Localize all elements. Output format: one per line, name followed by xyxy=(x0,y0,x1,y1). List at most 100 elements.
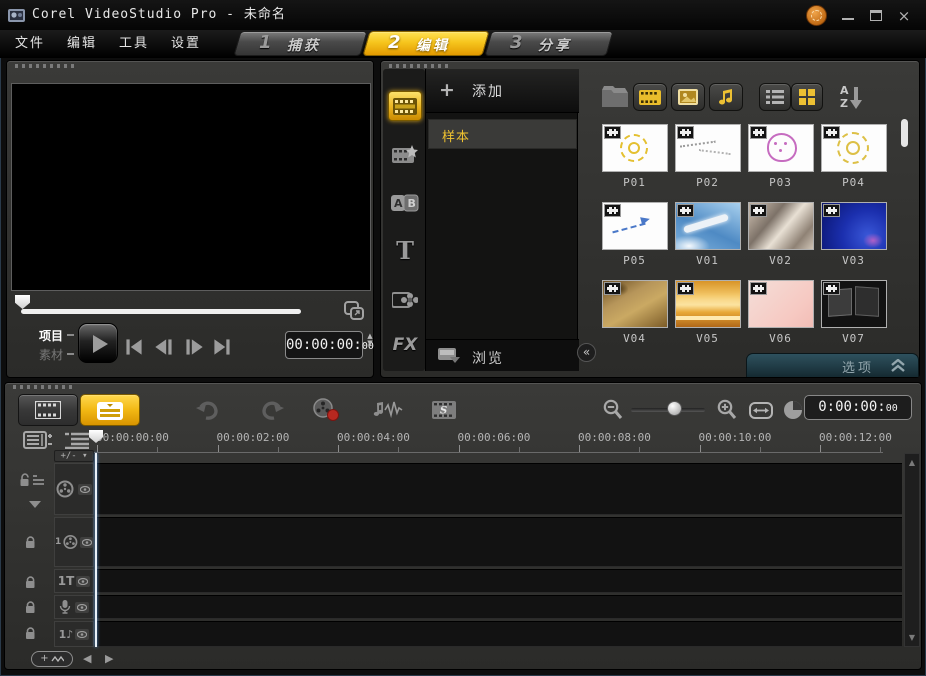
voice-track-header[interactable] xyxy=(54,595,94,619)
clip-mode-label[interactable]: 素材 xyxy=(39,346,63,363)
folder-icon[interactable] xyxy=(601,85,629,108)
film-badge-icon xyxy=(604,126,621,139)
corel-badge-icon[interactable] xyxy=(806,5,827,26)
redo-icon[interactable] xyxy=(259,398,287,422)
options-button[interactable]: 选项 xyxy=(746,353,919,377)
overlay-track-lock-icon[interactable] xyxy=(25,535,36,549)
ripple-edit-button[interactable]: + xyxy=(31,651,73,667)
gallery-item-P01[interactable]: P01 xyxy=(598,123,671,201)
zoom-in-icon[interactable] xyxy=(713,398,741,422)
add-button[interactable]: + 添加 xyxy=(426,69,579,113)
timeline-view-icon[interactable] xyxy=(80,394,140,426)
auto-music-icon[interactable]: S xyxy=(429,398,461,422)
gallery-scrollbar[interactable] xyxy=(901,119,908,147)
timecode-spinner[interactable]: ▲▼ xyxy=(365,333,375,347)
title-track-header[interactable]: 1T xyxy=(54,569,94,593)
filter-fx-icon[interactable]: FX xyxy=(390,332,420,358)
menu-item[interactable]: 文件 xyxy=(15,30,45,57)
play-button[interactable] xyxy=(78,323,118,363)
next-frame-icon[interactable] xyxy=(181,337,207,357)
audio-filter-icon[interactable] xyxy=(709,83,743,111)
step-tab-1[interactable]: 1捕获 xyxy=(237,31,364,56)
music-track-header[interactable]: 1♪ xyxy=(54,621,94,647)
title-icon[interactable]: T xyxy=(390,237,420,263)
voice-track-lock-icon[interactable] xyxy=(25,600,36,614)
instant-project-icon[interactable] xyxy=(390,142,420,168)
menu-item[interactable]: 编辑 xyxy=(67,30,97,57)
undo-icon[interactable] xyxy=(193,398,221,422)
track-visibility-icon[interactable] xyxy=(76,576,90,587)
browse-button[interactable]: 浏览 xyxy=(426,339,579,371)
photo-filter-icon[interactable] xyxy=(671,83,705,111)
timeline-ruler[interactable]: 00:00:00:0000:00:02:0000:00:04:0000:00:0… xyxy=(93,429,883,453)
minimize-icon[interactable] xyxy=(836,8,860,24)
scroll-up-icon[interactable]: ▲ xyxy=(905,458,919,467)
gallery-item-V06[interactable]: V06 xyxy=(744,279,817,357)
project-mode-label[interactable]: 项目 xyxy=(39,327,63,344)
zoom-out-icon[interactable] xyxy=(599,398,627,422)
end-icon[interactable] xyxy=(209,337,235,357)
enlarge-preview-icon[interactable] xyxy=(343,301,365,321)
track-visibility-icon[interactable] xyxy=(75,602,89,613)
video-filter-icon[interactable] xyxy=(633,83,667,111)
scroll-left-icon[interactable]: ◀ xyxy=(83,652,91,665)
gallery-item-V07[interactable]: V07 xyxy=(817,279,890,357)
maximize-icon[interactable] xyxy=(864,8,888,24)
music-track-lock-icon[interactable] xyxy=(25,626,36,640)
title-track-lane[interactable] xyxy=(96,569,902,593)
record-capture-icon[interactable] xyxy=(309,398,343,422)
gallery-item-P04[interactable]: P04 xyxy=(817,123,890,201)
video-track-header[interactable] xyxy=(54,463,94,515)
gallery-item-V05[interactable]: V05 xyxy=(671,279,744,357)
film-badge-icon xyxy=(604,204,621,217)
gallery-item-V04[interactable]: V04 xyxy=(598,279,671,357)
track-visibility-icon[interactable] xyxy=(80,537,93,548)
scrub-bar[interactable] xyxy=(21,309,301,314)
voice-track-lane[interactable] xyxy=(96,595,902,619)
overlay-track-lane[interactable] xyxy=(96,517,902,567)
menu-item[interactable]: 设置 xyxy=(171,30,201,57)
category-item-sample[interactable]: 样本 xyxy=(428,119,577,149)
thumbnail-view-icon[interactable] xyxy=(791,83,823,111)
sort-az-icon[interactable]: AZ xyxy=(839,83,865,111)
title-track-lock-icon[interactable] xyxy=(25,575,36,589)
collapse-panel-button[interactable]: « xyxy=(577,343,596,362)
track-visibility-icon[interactable] xyxy=(75,629,89,640)
timeline-vertical-scrollbar[interactable]: ▲ ▼ xyxy=(904,453,920,647)
gallery-item-V01[interactable]: V01 xyxy=(671,201,744,279)
collapse-rail-icon[interactable] xyxy=(29,501,41,508)
music-track-lane[interactable] xyxy=(96,621,902,647)
transition-icon[interactable]: AB xyxy=(390,190,420,216)
scroll-right-icon[interactable]: ▶ xyxy=(105,652,113,665)
video-track-lane[interactable] xyxy=(96,463,902,515)
fit-project-icon[interactable] xyxy=(747,398,775,422)
add-remove-track-button[interactable]: +/- ▾ xyxy=(54,450,94,462)
track-visibility-icon[interactable] xyxy=(78,484,92,495)
gallery-item-P03[interactable]: P03 xyxy=(744,123,817,201)
prev-frame-icon[interactable] xyxy=(151,337,177,357)
menu-item[interactable]: 工具 xyxy=(119,30,149,57)
overlay-track-header[interactable]: 1 xyxy=(54,517,94,567)
gallery-item-P05[interactable]: P05 xyxy=(598,201,671,279)
media-icon[interactable] xyxy=(388,91,422,121)
lock-all-tracks-icon[interactable] xyxy=(19,473,45,488)
gallery-item-V03[interactable]: V03 xyxy=(817,201,890,279)
scroll-down-icon[interactable]: ▼ xyxy=(905,633,919,642)
scrub-handle[interactable] xyxy=(15,295,30,309)
list-view-icon[interactable] xyxy=(759,83,791,111)
preview-timecode[interactable]: 00:00:00:00 xyxy=(285,331,363,359)
duration-icon[interactable] xyxy=(779,398,807,422)
gallery-item-P02[interactable]: P02 xyxy=(671,123,744,201)
graphic-icon[interactable] xyxy=(390,287,420,313)
sound-mixer-icon[interactable] xyxy=(372,398,404,422)
show-all-tracks-icon[interactable] xyxy=(63,431,89,449)
step-tab-2[interactable]: 2编辑 xyxy=(366,31,486,56)
track-manager-icon[interactable] xyxy=(23,431,53,449)
home-icon[interactable] xyxy=(121,337,147,357)
gallery-item-V02[interactable]: V02 xyxy=(744,201,817,279)
step-tab-3[interactable]: 3分享 xyxy=(488,31,610,56)
close-icon[interactable]: × xyxy=(892,8,916,24)
storyboard-view-icon[interactable] xyxy=(18,394,78,426)
timeline-timecode[interactable]: 0:00:00:00 xyxy=(804,395,912,420)
zoom-slider-thumb[interactable] xyxy=(667,401,682,416)
